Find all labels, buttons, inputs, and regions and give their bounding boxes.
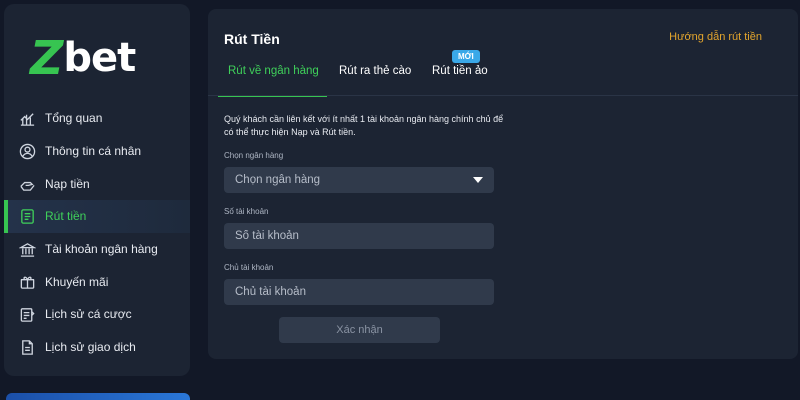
gift-icon: [18, 273, 36, 291]
sidebar-item-deposit[interactable]: Nạp tiền: [4, 167, 190, 200]
deposit-icon: [18, 175, 36, 193]
bet-history-icon: [18, 305, 36, 323]
transaction-history-icon: [18, 338, 36, 356]
bank-select-label: Chọn ngân hàng: [224, 151, 284, 160]
sidebar-item-bank-account[interactable]: Tài khoản ngân hàng: [4, 233, 190, 266]
tabs-divider: [208, 95, 798, 96]
withdraw-guide-link[interactable]: Hướng dẫn rút tiền: [669, 31, 762, 43]
tab-card-withdraw[interactable]: Rút ra thẻ cào: [339, 65, 411, 95]
sidebar: Z bet Tổng quan Thông tin cá nhân Nạp ti…: [4, 4, 190, 376]
account-holder-field[interactable]: [224, 279, 494, 305]
sidebar-item-label: Khuyến mãi: [45, 274, 109, 289]
new-badge: MỚI: [452, 50, 480, 63]
promo-banner-strip[interactable]: [6, 393, 190, 400]
account-number-field[interactable]: [224, 223, 494, 249]
account-number-label: Số tài khoản: [224, 207, 269, 216]
sidebar-item-withdraw[interactable]: Rút tiền: [4, 200, 190, 233]
bank-icon: [18, 240, 36, 258]
sidebar-item-label: Tài khoản ngân hàng: [45, 242, 158, 257]
withdraw-tabs: Rút về ngân hàng Rút ra thẻ cào Rút tiền…: [208, 50, 798, 97]
withdraw-icon: [18, 207, 36, 225]
sidebar-item-profile[interactable]: Thông tin cá nhân: [4, 135, 190, 168]
bank-link-notice: Quý khách cần liên kết với ít nhất 1 tài…: [224, 114, 504, 137]
dashboard-icon: [18, 109, 36, 127]
page-title: Rút Tiền: [224, 31, 280, 47]
sidebar-item-overview[interactable]: Tổng quan: [4, 102, 190, 135]
confirm-button[interactable]: Xác nhận: [279, 317, 440, 343]
sidebar-item-bet-history[interactable]: Lịch sử cá cược: [4, 298, 190, 331]
sidebar-item-label: Lịch sử cá cược: [45, 307, 132, 322]
withdraw-panel: Rút Tiền Hướng dẫn rút tiền Rút về ngân …: [208, 9, 798, 359]
caret-down-icon: [473, 177, 483, 183]
account-holder-label: Chủ tài khoản: [224, 263, 274, 272]
logo-z: Z: [30, 31, 63, 85]
bank-select-value: Chọn ngân hàng: [235, 174, 321, 186]
logo-bet: bet: [63, 35, 136, 81]
tab-crypto-withdraw[interactable]: Rút tiền ảo: [432, 65, 488, 95]
sidebar-nav: Tổng quan Thông tin cá nhân Nạp tiền Rút…: [4, 102, 190, 364]
sidebar-item-label: Tổng quan: [45, 111, 103, 126]
bank-select[interactable]: Chọn ngân hàng: [224, 167, 494, 193]
sidebar-item-transaction-history[interactable]: Lịch sử giao dịch: [4, 331, 190, 364]
account-number-input[interactable]: [235, 230, 494, 242]
tab-bank-withdraw[interactable]: Rút về ngân hàng: [218, 65, 327, 97]
account-holder-input[interactable]: [235, 286, 494, 298]
sidebar-item-label: Rút tiền: [45, 209, 87, 224]
user-icon: [18, 142, 36, 160]
sidebar-item-promotions[interactable]: Khuyến mãi: [4, 265, 190, 298]
zbet-logo[interactable]: Z bet: [30, 30, 180, 86]
sidebar-item-label: Nạp tiền: [45, 176, 90, 191]
sidebar-item-label: Lịch sử giao dịch: [45, 340, 136, 355]
sidebar-item-label: Thông tin cá nhân: [45, 144, 142, 159]
